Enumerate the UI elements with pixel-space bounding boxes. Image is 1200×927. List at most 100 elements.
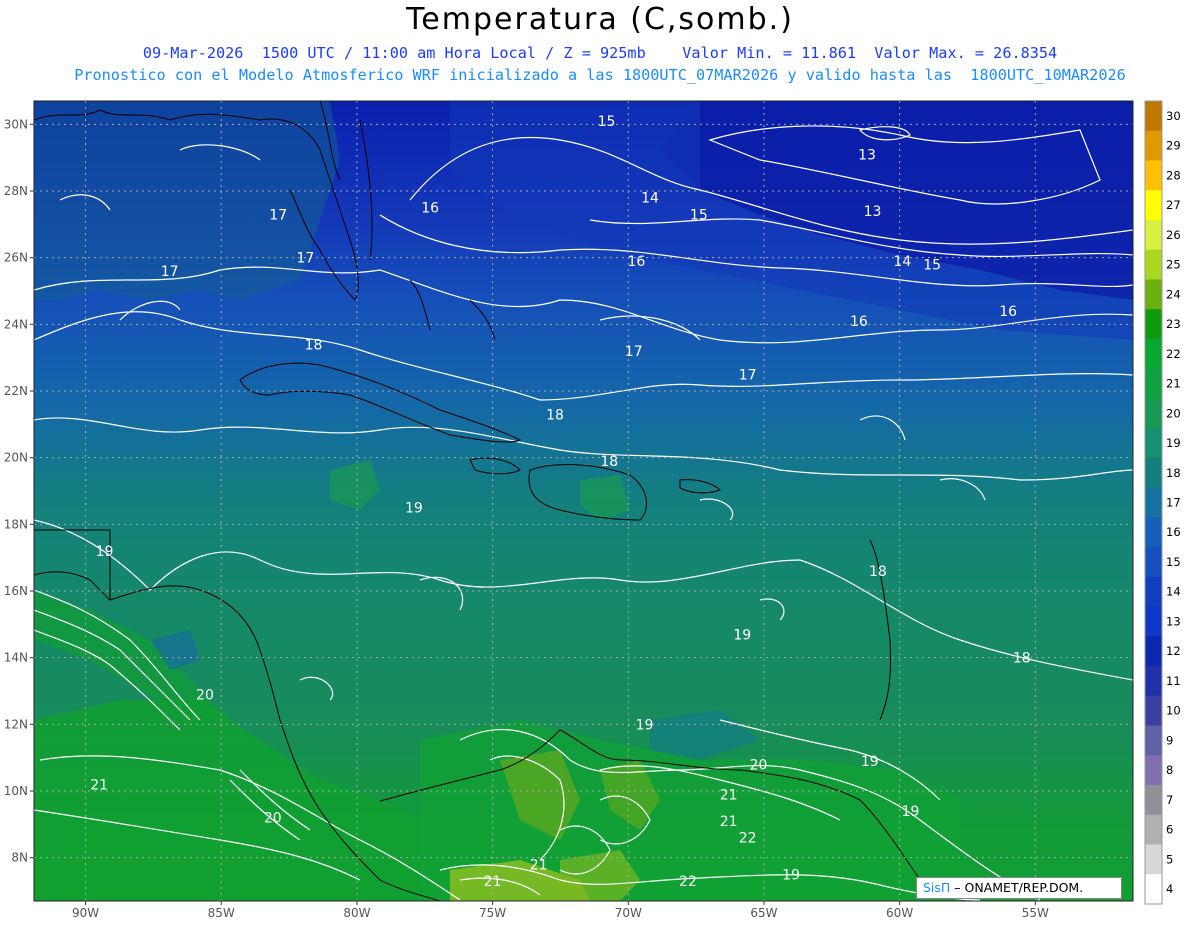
isotherm-label: 19 [405,501,423,517]
isotherm-label: 19 [902,804,920,820]
isotherm-label: 17 [296,251,314,267]
isotherm-label: 21 [720,814,738,830]
colorbar-label: 5 [1166,852,1173,866]
colorbar-swatch [1145,576,1162,608]
colorbar-label: 21 [1166,377,1181,391]
isotherm-label: 18 [600,454,618,470]
isotherm-label: 16 [421,201,439,217]
colorbar-swatch [1145,368,1162,399]
lat-label: 30N [4,117,28,131]
isotherm-label: 20 [750,757,768,773]
lat-label: 14N [4,651,28,665]
colorbar-label: 23 [1166,317,1181,331]
colorbar-swatch [1145,249,1162,280]
isotherm-label: 15 [690,207,708,223]
isotherm-label: 19 [782,867,800,883]
colorbar-swatch [1145,219,1162,251]
colorbar-swatch [1145,785,1162,816]
lon-label: 55W [1022,906,1049,920]
isotherm-label: 21 [720,787,738,803]
lon-label: 60W [886,906,913,920]
colorbar: 30 29 28 27 26 25 24 23 22 21 20 19 18 17 16 15 14 13 12 11… [1144,100,1181,905]
isotherm-label: 17 [625,344,643,360]
map-field [34,101,1133,901]
colorbar-label: 9 [1166,733,1173,747]
isotherm-label: 19 [733,627,751,643]
lat-label: 26N [4,251,28,265]
lon-label: 75W [479,906,506,920]
colorbar-label: 27 [1166,198,1181,212]
isotherm-label: 22 [739,831,757,847]
isotherm-label: 19 [96,544,114,560]
colorbar-swatch [1145,398,1162,429]
colorbar-label: 8 [1166,763,1173,777]
isotherm-label: 18 [305,337,323,353]
lat-label: 20N [4,451,28,465]
isotherm-label: 21 [530,857,548,873]
colorbar-swatch [1145,547,1162,578]
colorbar-label: 12 [1166,644,1181,658]
colorbar-swatch [1145,666,1162,697]
colorbar-swatch [1145,190,1162,221]
isotherm-label: 21 [90,777,108,793]
colorbar-label: 26 [1166,228,1181,242]
isotherm-label: 16 [628,254,646,270]
sispi-logo: SisΠ [923,880,951,895]
colorbar-swatch [1145,517,1162,548]
colorbar-swatch [1145,457,1162,489]
lon-label: 65W [750,906,777,920]
colorbar-label: 4 [1166,882,1173,896]
colorbar-label: 19 [1166,436,1181,450]
colorbar-swatch [1145,725,1162,756]
colorbar-label: 17 [1166,496,1181,510]
colorbar-label: 13 [1166,614,1181,628]
colorbar-label: 30 [1166,109,1181,123]
lat-label: 22N [4,384,28,398]
isotherm-label: 16 [850,314,868,330]
colorbar-swatch [1145,428,1162,459]
lat-label: 28N [4,184,28,198]
colorbar-label: 14 [1166,585,1181,599]
isotherm-label: 18 [1013,651,1031,667]
isotherm-label: 17 [269,207,287,223]
colorbar-label: 15 [1166,555,1181,569]
lat-label: 10N [4,784,28,798]
lat-label: 8N [11,851,28,865]
lat-label: 18N [4,517,28,531]
lat-label: 24N [4,317,28,331]
colorbar-swatch [1145,130,1162,161]
colorbar-label: 20 [1166,406,1181,420]
lon-label: 70W [615,906,642,920]
colorbar-swatch [1145,874,1162,905]
colorbar-label: 7 [1166,793,1173,807]
isotherm-label: 18 [869,564,887,580]
temperature-map: 30N 28N 26N 24N 22N 20N 18N 16N 14N 12N 10N 8N 90W 8… [4,100,1181,920]
isotherm-label: 20 [196,687,214,703]
colorbar-swatch [1145,636,1162,667]
colorbar-swatch [1145,606,1162,637]
isotherm-label: 14 [641,191,659,207]
colorbar-swatch [1145,487,1162,518]
isotherm-label: 15 [923,257,941,273]
colorbar-label: 11 [1166,674,1181,688]
lon-label: 90W [72,906,99,920]
lat-label: 12N [4,717,28,731]
colorbar-label: 28 [1166,168,1181,182]
isotherm-label: 19 [636,717,654,733]
colorbar-swatch [1145,338,1162,370]
isotherm-label: 18 [546,407,564,423]
isotherm-label: 21 [484,874,502,890]
colorbar-swatch [1145,309,1162,340]
colorbar-label: 22 [1166,347,1181,361]
isotherm-label: 14 [893,254,911,270]
isotherm-label: 20 [264,811,282,827]
credit-text: – ONAMET/REP.DOM. [950,880,1084,895]
colorbar-swatch [1145,101,1162,132]
colorbar-swatch [1145,755,1162,786]
isotherm-label: 16 [999,304,1017,320]
colorbar-swatch [1145,814,1162,846]
colorbar-swatch [1145,160,1162,191]
colorbar-label: 29 [1166,139,1181,153]
colorbar-label: 10 [1166,704,1181,718]
lon-label: 80W [343,906,370,920]
